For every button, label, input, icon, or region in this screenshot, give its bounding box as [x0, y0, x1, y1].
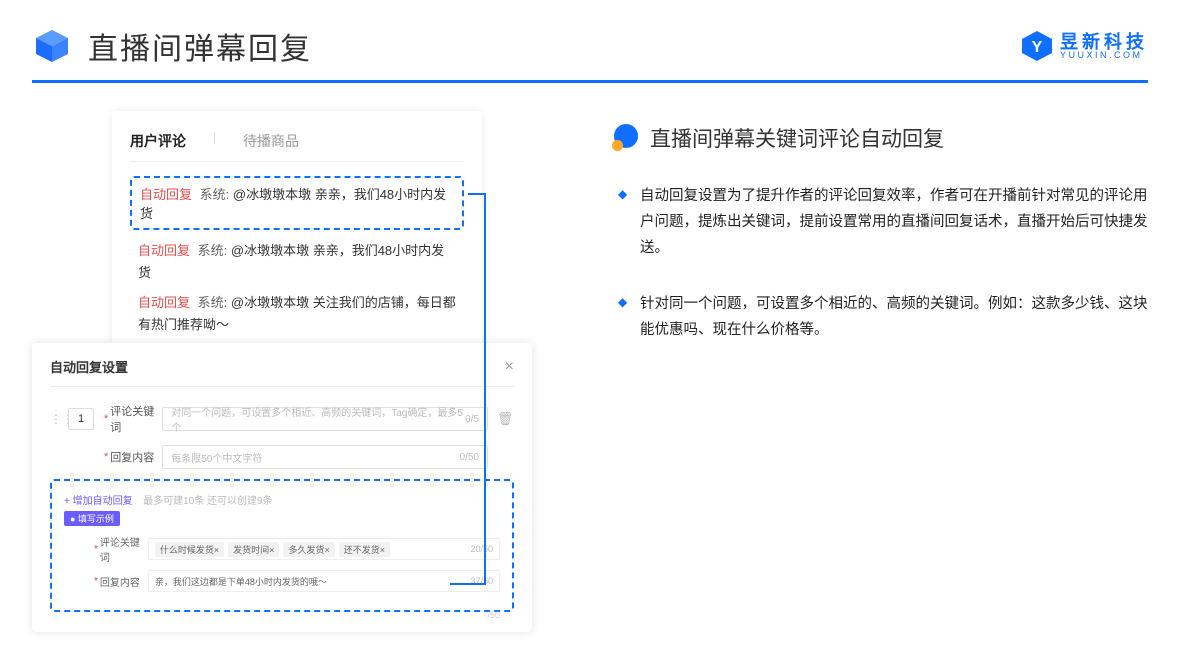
auto-reply-badge: 自动回复 — [138, 295, 190, 310]
brand-name-en: YUUXIN.COM — [1060, 51, 1148, 60]
tab-pending-goods[interactable]: 待播商品 — [243, 127, 299, 161]
example-reply-label: 回复内容 — [100, 574, 148, 589]
close-icon[interactable]: × — [505, 358, 514, 376]
keyword-tag[interactable]: 什么时候发货× — [155, 542, 224, 557]
comments-tabs: 用户评论 待播商品 — [130, 127, 464, 162]
reply-input[interactable]: 每条限50个中文字符 0/50 — [162, 445, 488, 469]
required-star: * — [104, 451, 108, 463]
page-title: 直播间弹幕回复 — [88, 24, 312, 68]
overflow-peek: /50 — [487, 610, 500, 620]
comments-panel: 用户评论 待播商品 自动回复 系统: @冰墩墩本墩 亲亲，我们48小时内发货 自… — [112, 111, 482, 366]
example-badge: ● 填写示例 — [64, 511, 120, 526]
explanation-column: 直播间弹幕关键词评论自动回复 自动回复设置为了提升作者的评论回复效率，作者可在开… — [552, 123, 1148, 623]
auto-reply-badge: 自动回复 — [140, 187, 192, 202]
brand-y-icon: Y — [1020, 29, 1054, 63]
rule-index: 1 — [68, 408, 94, 430]
delete-icon[interactable]: 🗑 — [496, 411, 514, 427]
highlighted-comment-row: 自动回复 系统: @冰墩墩本墩 亲亲，我们48小时内发货 — [130, 176, 464, 230]
example-reply-row: * 回复内容 亲，我们这边都是下单48小时内发货的哦～ 37/50 — [64, 570, 500, 592]
example-reply-value[interactable]: 亲，我们这边都是下单48小时内发货的哦～ 37/50 — [148, 570, 500, 592]
keyword-tag[interactable]: 发货时间× — [228, 542, 279, 557]
reply-row: * 回复内容 每条限50个中文字符 0/50 🗑 — [50, 445, 514, 469]
reply-label: 回复内容 — [110, 449, 162, 465]
example-keyword-row: * 评论关键词 什么时候发货× 发货时间× 多久发货× 还不发货× 20/50 — [64, 534, 500, 564]
keyword-row: ⋮⋮ 1 * 评论关键词 对同一个问题，可设置多个相近、高频的关键词，Tag确定… — [50, 403, 514, 435]
required-star: * — [104, 413, 108, 425]
section-heading-text: 直播间弹幕关键词评论自动回复 — [650, 123, 944, 153]
required-star: * — [94, 576, 98, 587]
keyword-tag[interactable]: 还不发货× — [339, 542, 390, 557]
system-label: 系统: — [198, 243, 228, 258]
brand-name-cn: 昱新科技 — [1060, 33, 1148, 51]
connector-line — [450, 583, 486, 585]
comment-row: 自动回复 系统: @冰墩墩本墩 关注我们的店铺，每日都有热门推荐呦～ — [130, 292, 464, 336]
required-star: * — [94, 544, 98, 555]
keyword-label: 评论关键词 — [110, 403, 162, 435]
drag-handle-icon[interactable]: ⋮⋮ — [50, 412, 64, 426]
page-header: 直播间弹幕回复 Y 昱新科技 YUUXIN.COM — [0, 0, 1180, 76]
example-keyword-count: 20/50 — [470, 544, 493, 554]
keyword-input[interactable]: 对同一个问题，可设置多个相近、高频的关键词，Tag确定，最多5个 0/5 — [162, 407, 488, 431]
system-label: 系统: — [198, 295, 228, 310]
comment-row: 自动回复 系统: @冰墩墩本墩 亲亲，我们48小时内发货 — [130, 240, 464, 284]
screenshot-column: 用户评论 待播商品 自动回复 系统: @冰墩墩本墩 亲亲，我们48小时内发货 自… — [32, 123, 552, 623]
input-placeholder: 每条限50个中文字符 — [171, 450, 262, 465]
bubble-icon — [612, 124, 640, 152]
connector-line — [484, 193, 486, 583]
system-label: 系统: — [200, 187, 230, 202]
add-note: 最多可建10条 还可以创建9条 — [143, 496, 272, 507]
brand-logo: Y 昱新科技 YUUXIN.COM — [1020, 29, 1148, 63]
keyword-tag[interactable]: 多久发货× — [283, 542, 334, 557]
reply-count: 0/50 — [460, 452, 479, 463]
keyword-count: 0/5 — [465, 414, 479, 425]
tab-user-comments[interactable]: 用户评论 — [130, 127, 186, 161]
bullet-point: 针对同一个问题，可设置多个相近的、高频的关键词。例如：这款多少钱、这块能优惠吗、… — [612, 291, 1148, 343]
cube-icon — [32, 26, 72, 66]
add-auto-reply-link[interactable]: + 增加自动回复 — [64, 496, 133, 507]
auto-reply-badge: 自动回复 — [138, 243, 190, 258]
example-keyword-tags[interactable]: 什么时候发货× 发货时间× 多久发货× 还不发货× 20/50 — [148, 538, 500, 560]
auto-reply-settings-modal: 自动回复设置 × ⋮⋮ 1 * 评论关键词 对同一个问题，可设置多个相近、高频的… — [32, 343, 532, 632]
section-heading: 直播间弹幕关键词评论自动回复 — [612, 123, 1148, 153]
svg-text:Y: Y — [1032, 39, 1043, 56]
example-keyword-label: 评论关键词 — [100, 534, 148, 564]
example-reply-text: 亲，我们这边都是下单48小时内发货的哦～ — [155, 575, 327, 588]
example-callout: + 增加自动回复 最多可建10条 还可以创建9条 ● 填写示例 * 评论关键词 … — [50, 479, 514, 612]
input-placeholder: 对同一个问题，可设置多个相近、高频的关键词，Tag确定，最多5个 — [171, 404, 465, 434]
bullet-point: 自动回复设置为了提升作者的评论回复效率，作者可在开播前针对常见的评论用户问题，提… — [612, 183, 1148, 261]
modal-title: 自动回复设置 — [50, 357, 128, 376]
tab-divider — [214, 132, 215, 144]
